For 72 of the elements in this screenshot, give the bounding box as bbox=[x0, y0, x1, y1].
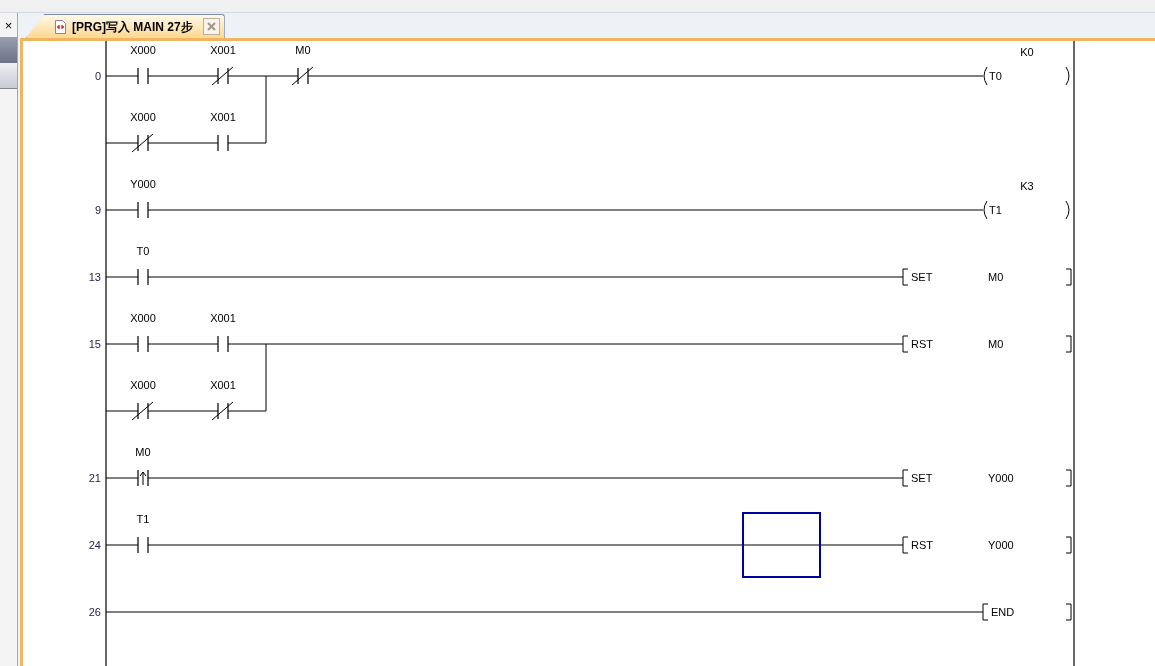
close-button[interactable] bbox=[202, 18, 220, 35]
contact-symbol[interactable] bbox=[137, 67, 149, 85]
device-label: T0 bbox=[136, 245, 150, 257]
device-label: X001 bbox=[210, 111, 236, 123]
close-icon bbox=[206, 22, 216, 31]
contact-symbol[interactable] bbox=[131, 401, 154, 421]
constant-label: K3 bbox=[1020, 180, 1034, 192]
contact-symbol[interactable] bbox=[131, 133, 154, 153]
device-label: T1 bbox=[136, 513, 150, 525]
instruction-name: RST bbox=[911, 539, 933, 551]
wire-line bbox=[105, 477, 139, 479]
wire-line bbox=[105, 209, 139, 211]
wire-line bbox=[147, 343, 219, 345]
contact-symbol[interactable] bbox=[217, 335, 229, 353]
instruction-name: SET bbox=[911, 472, 933, 484]
contact-symbol[interactable] bbox=[217, 134, 229, 152]
wire-line bbox=[105, 544, 139, 546]
device-label: X000 bbox=[130, 111, 156, 123]
instruction-bracket[interactable] bbox=[902, 469, 1072, 487]
panel-tab[interactable] bbox=[0, 63, 17, 89]
contact-symbol[interactable] bbox=[211, 401, 234, 421]
tab-title: [PRG]写入 MAIN 27步 bbox=[72, 18, 193, 36]
wire-line bbox=[147, 142, 219, 144]
instruction-operand: Y000 bbox=[988, 539, 1014, 551]
instruction-name: SET bbox=[911, 271, 933, 283]
device-label: M0 bbox=[295, 44, 311, 56]
contact-symbol[interactable] bbox=[137, 335, 149, 353]
instruction-name: RST bbox=[911, 338, 933, 350]
instruction-operand: Y000 bbox=[988, 472, 1014, 484]
constant-label: K0 bbox=[1020, 46, 1034, 58]
contact-symbol[interactable] bbox=[137, 268, 149, 286]
instruction-operand: M0 bbox=[988, 271, 1004, 283]
coil-symbol[interactable] bbox=[983, 200, 1070, 220]
close-icon[interactable]: × bbox=[4, 18, 13, 32]
coil-device: T1 bbox=[989, 204, 1002, 216]
contact-symbol[interactable] bbox=[137, 536, 149, 554]
instruction-bracket[interactable] bbox=[902, 268, 1072, 286]
instruction-operand: M0 bbox=[988, 338, 1004, 350]
wire-line bbox=[105, 142, 139, 144]
device-label: Y000 bbox=[130, 178, 156, 190]
contact-symbol[interactable] bbox=[137, 469, 149, 487]
coil-device: T0 bbox=[989, 70, 1002, 82]
step-number: 26 bbox=[88, 606, 101, 618]
wire-line bbox=[147, 75, 219, 77]
step-number: 21 bbox=[88, 472, 101, 484]
wire-line bbox=[147, 410, 219, 412]
contact-symbol[interactable] bbox=[291, 66, 314, 86]
device-label: X001 bbox=[210, 379, 236, 391]
step-number: 24 bbox=[88, 539, 101, 551]
step-number: 13 bbox=[88, 271, 101, 283]
wire-line bbox=[105, 75, 139, 77]
device-label: X000 bbox=[130, 44, 156, 56]
wire-line bbox=[105, 410, 139, 412]
instruction-bracket[interactable] bbox=[902, 335, 1072, 353]
instruction-name: END bbox=[991, 606, 1015, 618]
device-label: M0 bbox=[135, 446, 151, 458]
step-number: 9 bbox=[94, 204, 101, 216]
contact-symbol[interactable] bbox=[211, 66, 234, 86]
wire-line bbox=[105, 276, 139, 278]
instruction-bracket[interactable] bbox=[982, 603, 1072, 621]
coil-symbol[interactable] bbox=[983, 66, 1070, 86]
device-label: X000 bbox=[130, 312, 156, 324]
instruction-bracket[interactable] bbox=[902, 536, 1072, 554]
wire-line bbox=[105, 343, 139, 345]
step-number: 0 bbox=[94, 70, 101, 82]
device-label: X001 bbox=[210, 312, 236, 324]
editor-tab[interactable]: [PRG]写入 MAIN 27步 bbox=[26, 14, 225, 38]
step-number: 15 bbox=[88, 338, 101, 350]
device-label: X000 bbox=[130, 379, 156, 391]
contact-symbol[interactable] bbox=[137, 201, 149, 219]
file-icon bbox=[55, 19, 66, 34]
device-label: X001 bbox=[210, 44, 236, 56]
